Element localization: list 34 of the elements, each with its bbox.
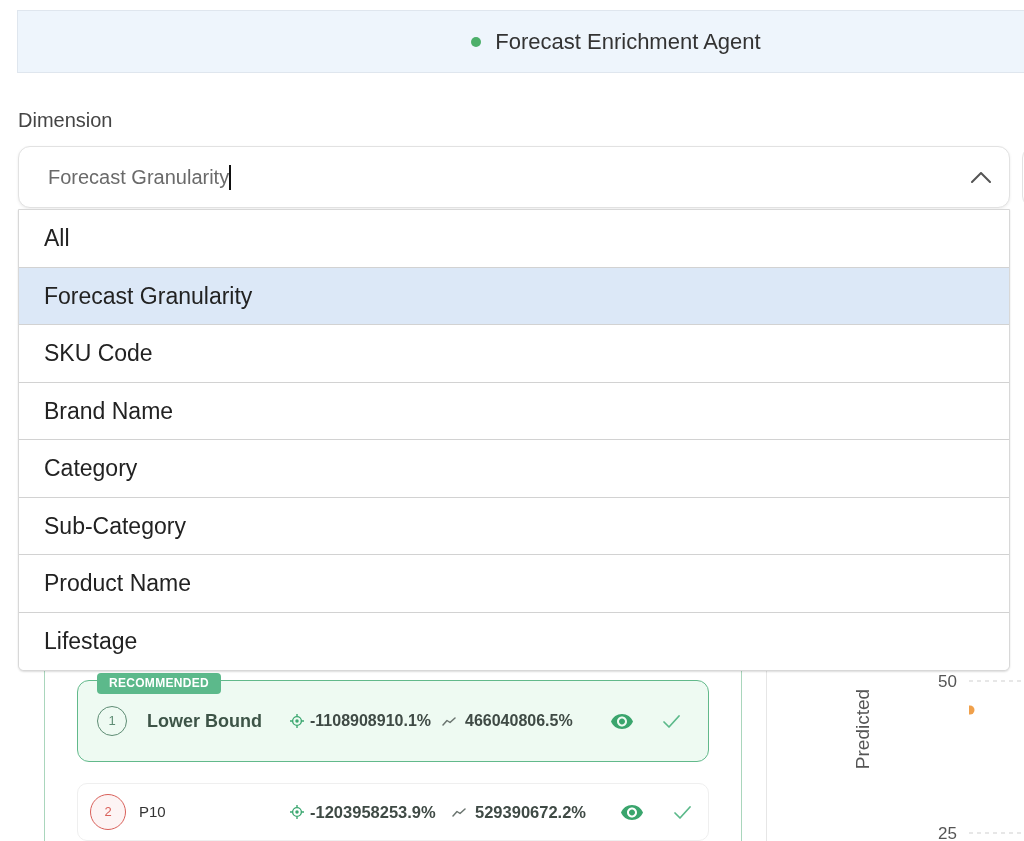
recommended-badge: RECOMMENDED (97, 673, 221, 694)
dropdown-option[interactable]: Brand Name (19, 382, 1009, 440)
agent-title: Forecast Enrichment Agent (495, 28, 761, 56)
data-point (969, 705, 975, 715)
metric-value: 529390672.2% (475, 801, 587, 823)
candidate-name: P10 (139, 801, 167, 822)
candidate-name: Lower Bound (147, 709, 263, 733)
dropdown-option[interactable]: Sub-Category (19, 497, 1009, 555)
field-label: Dimension (18, 108, 113, 132)
metric-value: -1203958253.9% (310, 801, 436, 823)
eye-icon[interactable] (611, 713, 633, 729)
axis-tick-label: 50 (938, 672, 957, 691)
trend-line-icon (442, 716, 456, 726)
axis-title: Predicted (852, 688, 873, 770)
metric-value: -1108908910.1% (310, 711, 431, 731)
dropdown-option[interactable]: All (19, 210, 1009, 268)
target-icon (290, 805, 304, 819)
dropdown-option[interactable]: Product Name (19, 555, 1009, 613)
text-cursor-icon (229, 164, 231, 190)
axis-tick-label: 25 (938, 824, 957, 841)
target-icon (290, 714, 304, 728)
dropdown-option[interactable]: Forecast Granularity (19, 267, 1009, 325)
dropdown-option[interactable]: Lifestage (19, 612, 1009, 670)
chevron-up-icon (971, 171, 991, 183)
rank-badge: 2 (90, 794, 126, 830)
dropdown-option[interactable]: SKU Code (19, 325, 1009, 383)
dimension-select[interactable]: Forecast Granularity (18, 146, 1010, 208)
check-icon[interactable] (663, 714, 680, 728)
candidate-card[interactable]: 2 P10 -1203958253.9% 529390672.2% (77, 783, 709, 841)
check-icon[interactable] (674, 805, 691, 819)
dropdown-option[interactable]: Category (19, 440, 1009, 498)
metric-value: 466040806.5% (465, 711, 573, 731)
trend-line-icon (452, 807, 466, 817)
eye-icon[interactable] (621, 804, 643, 820)
